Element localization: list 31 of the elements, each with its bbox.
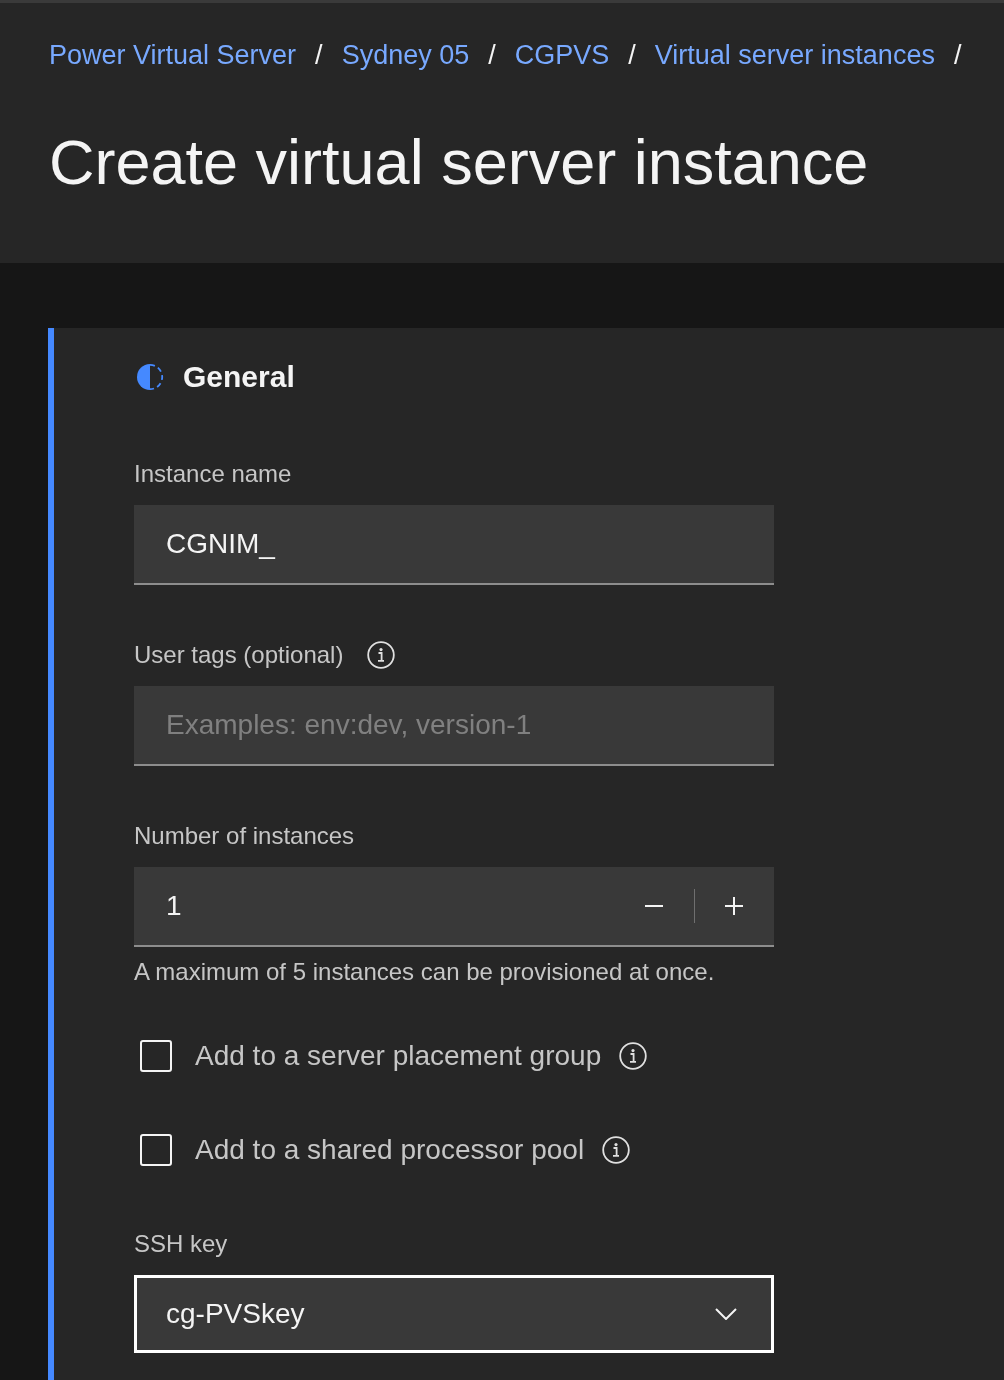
plus-icon	[725, 897, 743, 915]
info-icon[interactable]	[602, 1136, 631, 1164]
page-title: Create virtual server instance	[49, 126, 869, 198]
breadcrumb-separator: /	[953, 39, 962, 72]
checkbox[interactable]	[140, 1040, 172, 1072]
half-circle-icon	[136, 363, 164, 391]
info-icon[interactable]	[619, 1042, 648, 1070]
field-label: SSH key	[134, 1230, 228, 1258]
text-field[interactable]: Examples: env:dev, version-1	[134, 686, 774, 766]
breadcrumb-link[interactable]: Virtual server instances	[654, 37, 935, 73]
checkbox-label[interactable]: Add to a shared processor pool	[195, 1134, 585, 1166]
increment-button[interactable]	[694, 867, 774, 947]
breadcrumb-separator: /	[628, 39, 636, 72]
checkbox[interactable]	[140, 1134, 172, 1166]
chevron-down-icon	[715, 1308, 737, 1320]
field-label: Instance name	[134, 460, 292, 488]
text-field[interactable]: CGNIM_	[134, 505, 774, 585]
breadcrumb-link[interactable]: Power Virtual Server	[49, 37, 297, 73]
breadcrumb-separator: /	[488, 39, 496, 72]
number-input[interactable]: 1	[134, 867, 614, 947]
field-label: Number of instances	[134, 822, 355, 850]
breadcrumb-link[interactable]: Sydney 05	[341, 37, 470, 73]
info-icon[interactable]	[367, 641, 396, 669]
helper-text: A maximum of 5 instances can be provisioned at once.	[134, 960, 715, 984]
section-title: General	[183, 359, 295, 395]
breadcrumb-link[interactable]: CGPVS	[514, 37, 610, 73]
breadcrumb-separator: /	[315, 39, 323, 72]
field-label: User tags (optional)	[134, 641, 344, 669]
checkbox-label[interactable]: Add to a server placement group	[195, 1040, 602, 1072]
ssh-key-select[interactable]: cg-PVSkey	[134, 1275, 774, 1353]
minus-icon	[645, 905, 663, 907]
